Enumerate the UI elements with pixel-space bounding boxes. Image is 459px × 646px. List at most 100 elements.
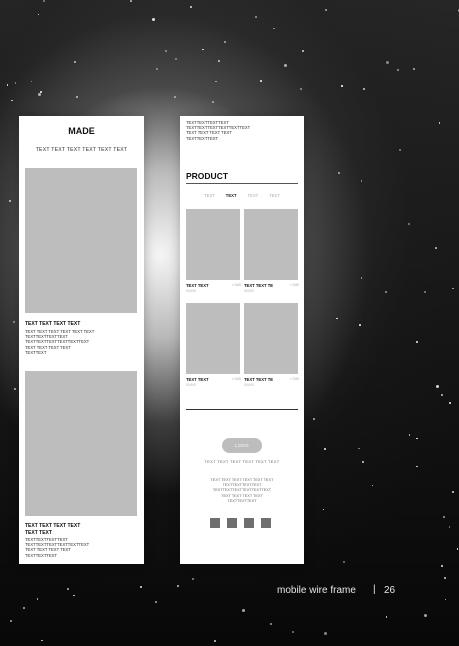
star-speck: [299, 87, 302, 90]
star-speck: [67, 587, 70, 590]
social-icon-4[interactable]: [261, 518, 271, 528]
social-icons-row: [210, 518, 271, 528]
star-speck: [416, 437, 418, 440]
star-speck: [416, 465, 418, 468]
star-speck: [384, 291, 387, 294]
star-speck: [260, 80, 262, 82]
product-price-4: 00,000: [244, 383, 254, 387]
product-image-3[interactable]: [186, 303, 240, 374]
star-speck: [13, 387, 16, 390]
star-speck: [215, 80, 217, 83]
star-speck: [407, 222, 410, 225]
caption-1-heading: TEXT TEXT TEXT TEXT: [25, 321, 81, 327]
star-speck: [444, 577, 447, 580]
star-speck: [284, 64, 288, 68]
star-speck: [41, 639, 43, 642]
star-speck: [397, 69, 400, 72]
star-speck: [74, 61, 77, 64]
product-name-4[interactable]: TEXT TEXT TE: [244, 377, 273, 382]
product-name-1[interactable]: TEXT TEXT: [186, 283, 209, 288]
product-price-2: 00,000: [244, 289, 254, 293]
product-image-4[interactable]: [244, 303, 298, 374]
star-speck: [214, 639, 217, 642]
star-speck: [338, 172, 341, 175]
star-speck: [386, 60, 389, 64]
star-speck: [292, 631, 295, 634]
star-speck: [324, 8, 327, 11]
star-speck: [342, 561, 345, 564]
logo-button[interactable]: LOGO: [222, 438, 262, 453]
tab-2-active[interactable]: TEXT: [226, 193, 237, 198]
star-speck: [448, 526, 451, 528]
star-speck: [151, 17, 155, 21]
tab-4[interactable]: TEXT: [269, 193, 280, 198]
product-image-1[interactable]: [186, 209, 240, 280]
star-speck: [130, 0, 132, 2]
caption-1-body: TEXT TEXT TEXT TEXT TEXT TEXT TEXTTEXTTE…: [25, 329, 94, 355]
product-name-3[interactable]: TEXT TEXT: [186, 377, 209, 382]
star-speck: [212, 101, 215, 104]
star-speck: [76, 95, 79, 98]
star-speck: [362, 460, 364, 463]
caption-2-heading-line: TEXT TEXT: [25, 529, 52, 536]
product-arrow-2: > 0,00: [290, 283, 299, 287]
caption-1-line: TEXTTEXT: [25, 349, 47, 355]
star-speck: [190, 5, 193, 8]
star-speck: [37, 13, 39, 16]
star-speck: [140, 586, 143, 589]
star-speck: [155, 601, 157, 603]
star-speck: [449, 402, 452, 405]
page-separator: |: [373, 584, 376, 595]
product-name-2[interactable]: TEXT TEXT TE: [244, 283, 273, 288]
product-price-1: 00,000: [186, 289, 196, 293]
footer-line: TEXTTEXTTEXT: [227, 498, 257, 503]
star-speck: [443, 516, 446, 518]
header-text-block: TEXTTEXTTEXTTEXT TEXTTEXTTEXTTEXTTEXTTEX…: [186, 120, 250, 141]
product-arrow-3: > 0,00: [232, 377, 241, 381]
star-speck: [362, 88, 365, 91]
star-speck: [42, 0, 45, 3]
made-title: MADE: [68, 126, 95, 136]
footer-divider: [186, 409, 298, 410]
tab-3[interactable]: TEXT: [248, 193, 259, 198]
star-speck: [441, 393, 444, 396]
star-speck: [451, 491, 454, 494]
star-speck: [371, 484, 374, 487]
star-speck: [360, 180, 363, 182]
star-speck: [23, 606, 25, 609]
product-image-2[interactable]: [244, 209, 298, 280]
tab-1[interactable]: TEXT: [204, 193, 215, 198]
star-speck: [399, 148, 402, 151]
star-speck: [273, 27, 275, 30]
star-speck: [202, 48, 204, 51]
star-speck: [435, 247, 437, 249]
social-icon-3[interactable]: [244, 518, 254, 528]
star-speck: [435, 384, 439, 388]
star-speck: [30, 80, 32, 83]
star-speck: [173, 96, 176, 99]
star-speck: [358, 447, 360, 450]
footer-nav-links[interactable]: TEXT TEXT TEXT TEXT TEXT TEXT: [180, 459, 304, 464]
star-speck: [413, 67, 416, 70]
star-speck: [11, 99, 13, 102]
caption-2-body: TEXTTEXTTEXTTEXT TEXTTEXTTEXTTEXTTEXTTEX…: [25, 537, 89, 558]
star-speck: [6, 84, 9, 86]
star-speck: [312, 417, 315, 420]
image-placeholder-2: [25, 371, 137, 516]
star-speck: [174, 58, 177, 61]
star-speck: [9, 619, 12, 622]
social-icon-1[interactable]: [210, 518, 220, 528]
star-speck: [415, 341, 418, 344]
star-speck: [385, 616, 388, 618]
image-placeholder-1: [25, 168, 137, 313]
wireframe-made: MADE TEXT TEXT TEXT TEXT TEXT TEXT TEXT …: [19, 116, 144, 564]
star-speck: [270, 623, 272, 626]
star-speck: [36, 598, 39, 600]
social-icon-2[interactable]: [227, 518, 237, 528]
star-speck: [444, 598, 446, 601]
page-number: 26: [384, 585, 396, 596]
caption-2-line: TEXTTEXTTEXT: [25, 552, 58, 558]
star-speck: [322, 508, 325, 511]
caption-2-heading: TEXT TEXT TEXT TEXT TEXT TEXT: [25, 523, 80, 536]
star-speck: [165, 49, 167, 52]
